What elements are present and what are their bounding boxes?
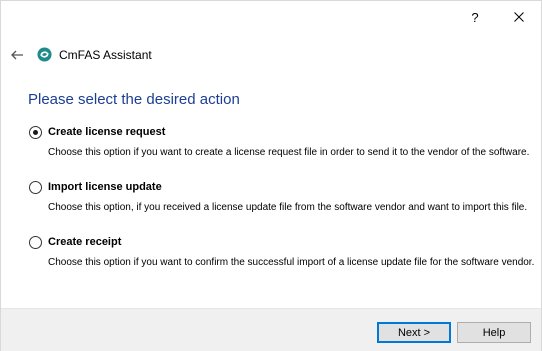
next-button[interactable]: Next > [377,322,451,343]
app-title: CmFAS Assistant [59,48,152,62]
radio-row-create-license-request[interactable]: Create license request [29,125,534,139]
help-button[interactable]: Help [457,322,531,343]
assistant-window: ? CmFAS Assistant Please select the desi… [0,0,542,351]
option-description: Choose this option, if you received a li… [48,202,528,213]
page-heading: Please select the desired action [28,91,240,108]
option-label[interactable]: Create receipt [48,236,121,248]
option-label[interactable]: Create license request [48,126,165,138]
help-glyph: ? [471,9,479,25]
help-title-button[interactable]: ? [453,1,497,33]
title-bar-controls: ? [453,1,541,33]
button-footer: Next > Help [1,308,541,351]
radio-create-license-request[interactable] [29,125,42,139]
header-row: CmFAS Assistant [1,41,541,69]
option-label[interactable]: Import license update [48,181,162,193]
option-create-receipt: Create receipt Choose this option if you… [29,235,534,269]
option-description: Choose this option if you want to create… [48,147,530,158]
radio-import-license-update[interactable] [29,180,42,194]
radio-create-receipt[interactable] [29,235,42,249]
radio-row-create-receipt[interactable]: Create receipt [29,235,534,249]
option-description: Choose this option if you want to confir… [48,257,535,268]
codemeter-logo-icon [37,47,52,62]
close-button[interactable] [497,1,541,33]
next-button-label: Next > [397,326,431,339]
radio-row-import-license-update[interactable]: Import license update [29,180,534,194]
back-arrow-icon[interactable] [9,47,25,63]
help-button-label: Help [482,326,506,339]
option-create-license-request: Create license request Choose this optio… [29,125,534,159]
option-import-license-update: Import license update Choose this option… [29,180,534,214]
close-icon [514,12,524,22]
